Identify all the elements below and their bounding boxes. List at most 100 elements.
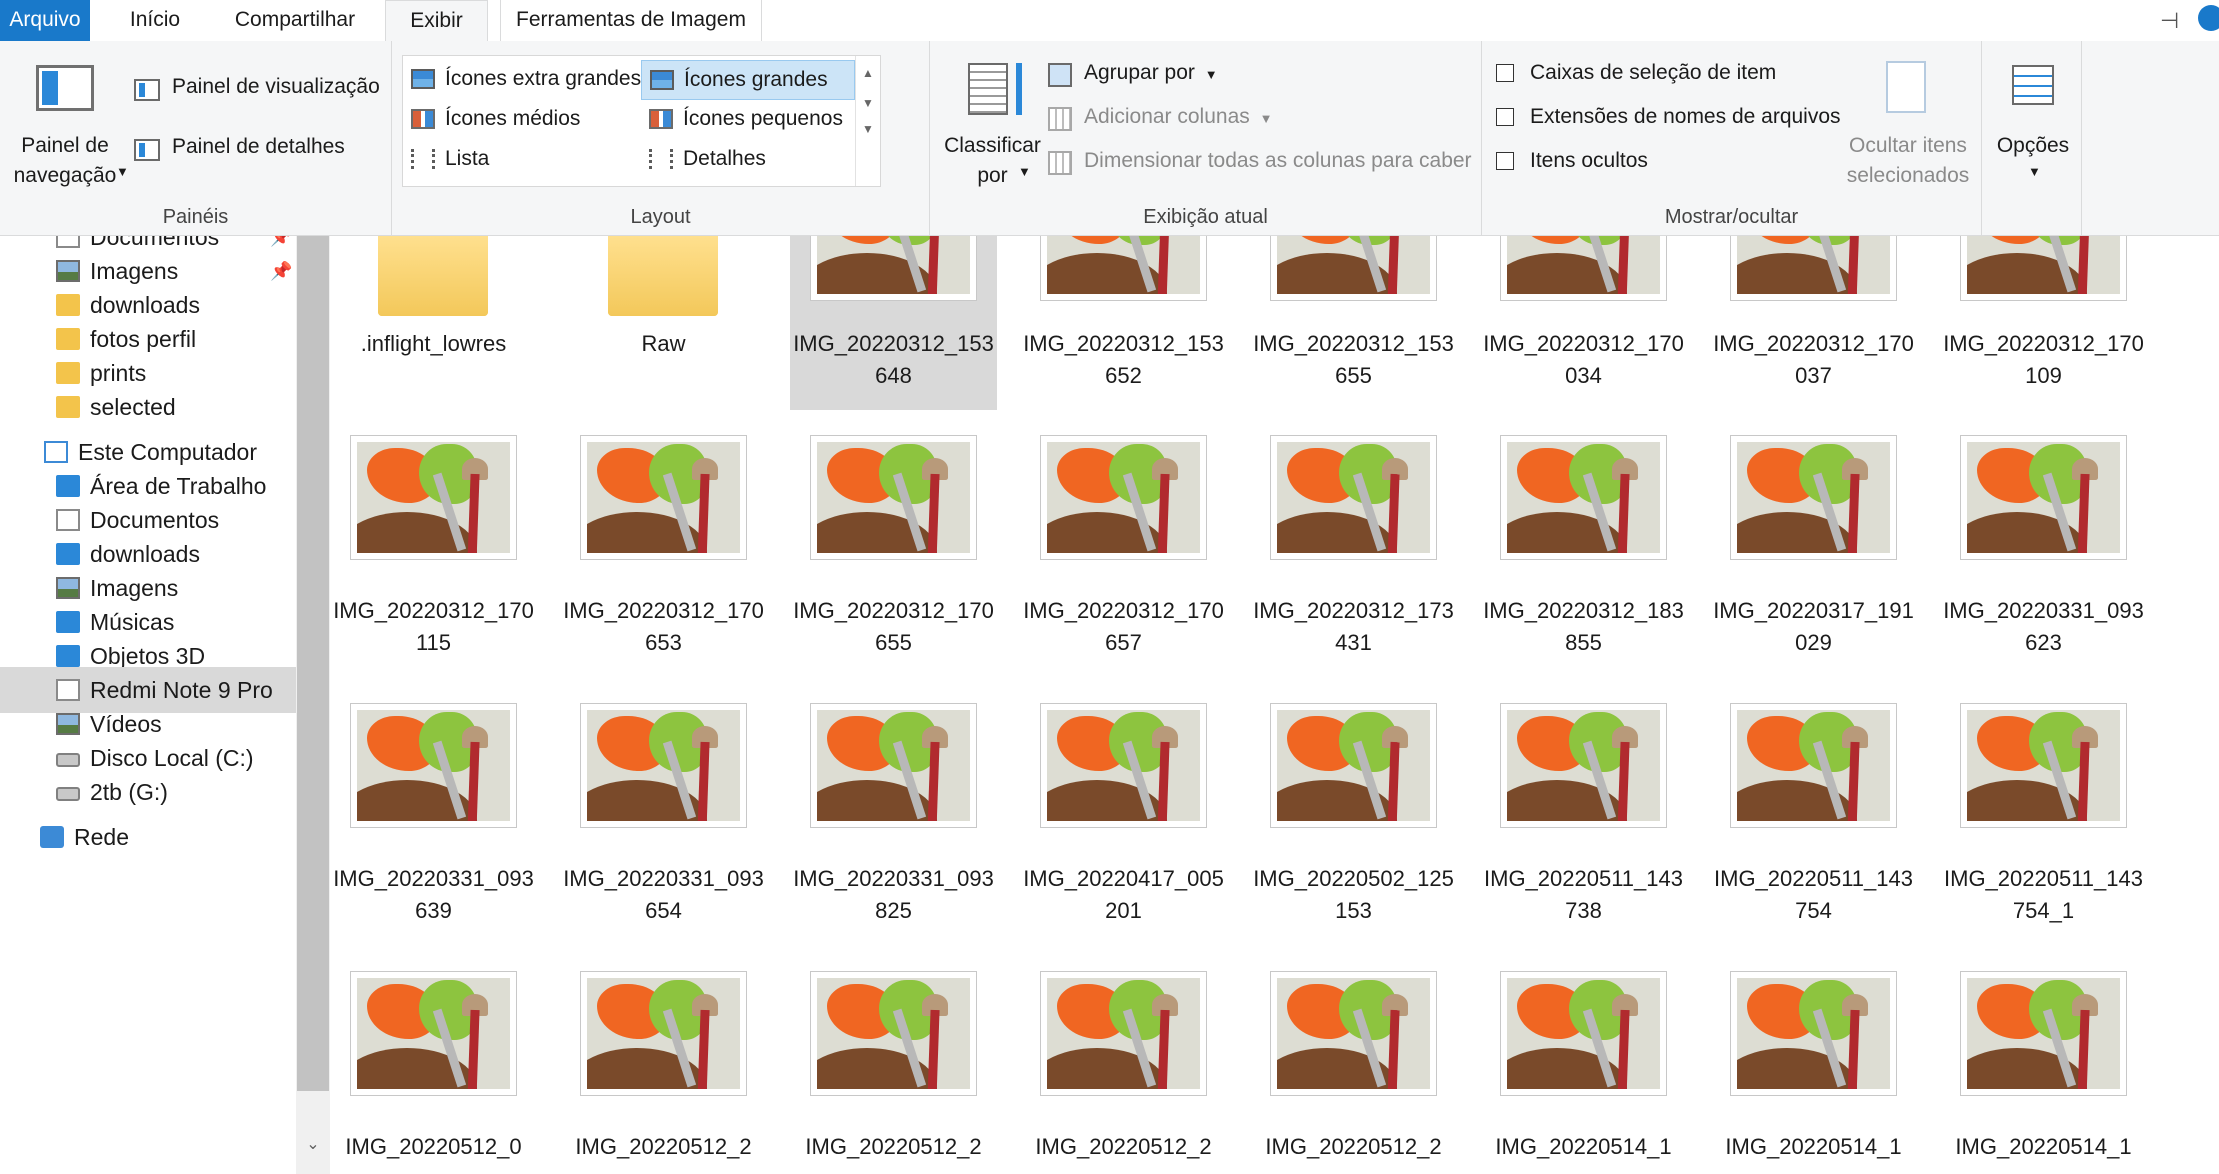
file-item[interactable]: IMG_20220312_183855: [1480, 425, 1687, 677]
preview-pane-button[interactable]: Painel de visualização: [134, 75, 380, 105]
layout-details[interactable]: Detalhes: [641, 140, 853, 178]
file-item[interactable]: IMG_20220511_143754: [1710, 693, 1917, 945]
image-thumbnail: [1500, 435, 1667, 560]
help-icon[interactable]: [2198, 5, 2219, 31]
tab-home[interactable]: Início: [102, 0, 208, 41]
file-item[interactable]: IMG_20220312_170655: [790, 425, 997, 677]
file-item[interactable]: IMG_20220312_153655: [1250, 236, 1457, 410]
image-thumbnail: [1270, 703, 1437, 828]
tab-share[interactable]: Compartilhar: [220, 0, 370, 41]
expand-gallery-icon[interactable]: ▼: [856, 122, 880, 136]
size-all-columns-button[interactable]: Dimensionar todas as colunas para caber: [1048, 149, 1472, 181]
sidebar-item[interactable]: selected: [0, 384, 296, 430]
file-item[interactable]: IMG_20220502_125153: [1250, 693, 1457, 945]
file-item[interactable]: IMG_20220312_173431: [1250, 425, 1457, 677]
chevron-down-icon: ▼: [1018, 164, 1031, 179]
image-thumbnail: [1730, 703, 1897, 828]
image-thumbnail-art: [1737, 978, 1890, 1089]
sort-by-button[interactable]: Classificar por ▼: [940, 61, 1045, 206]
tab-file[interactable]: Arquivo: [0, 0, 90, 41]
folder-icon: [56, 396, 80, 418]
file-name: .inflight_lowres: [360, 331, 507, 356]
file-item[interactable]: IMG_20220512_2: [790, 961, 997, 1174]
file-name: IMG_20220331_093825: [793, 866, 994, 923]
file-item[interactable]: IMG_20220312_170037: [1710, 236, 1917, 410]
file-item[interactable]: IMG_20220512_2: [1020, 961, 1227, 1174]
sort-by-label: Classificar por: [944, 134, 1041, 187]
file-name: IMG_20220312_183855: [1483, 598, 1684, 655]
image-thumbnail-art: [1047, 442, 1200, 553]
file-item[interactable]: IMG_20220312_170034: [1480, 236, 1687, 410]
item-checkboxes-checkbox[interactable]: [1496, 64, 1514, 83]
add-columns-label: Adicionar colunas: [1084, 105, 1250, 128]
options-button[interactable]: Opções ▼: [1990, 61, 2076, 206]
image-thumbnail: [1270, 971, 1437, 1096]
file-item[interactable]: IMG_20220511_143754_1: [1940, 693, 2147, 945]
hidden-items-toggle[interactable]: Itens ocultos: [1496, 149, 1648, 181]
folder-item[interactable]: Raw: [560, 236, 767, 410]
hide-selected-items-button[interactable]: Ocultar itens selecionados: [1842, 61, 1974, 206]
file-item[interactable]: IMG_20220417_005201: [1020, 693, 1227, 945]
file-item[interactable]: IMG_20220511_143738: [1480, 693, 1687, 945]
file-item[interactable]: IMG_20220512_2: [560, 961, 767, 1174]
file-item[interactable]: IMG_20220312_170657: [1020, 425, 1227, 677]
image-thumbnail: [350, 703, 517, 828]
file-item[interactable]: IMG_20220312_153652: [1020, 236, 1227, 410]
chevron-up-icon[interactable]: ▲: [856, 66, 880, 80]
file-name: IMG_20220514_1: [1725, 1134, 1902, 1159]
file-item[interactable]: IMG_20220317_191029: [1710, 425, 1917, 677]
image-thumbnail-art: [1967, 442, 2120, 553]
file-name: IMG_20220312_170115: [333, 598, 534, 655]
pictures-icon: [56, 577, 80, 599]
sidebar-item[interactable]: 2tb (G:): [0, 769, 296, 815]
layout-small-icons[interactable]: Ícones pequenos: [641, 100, 853, 138]
file-item[interactable]: IMG_20220512_0: [330, 961, 537, 1174]
chevron-down-icon: ▼: [2028, 164, 2041, 179]
image-thumbnail-art: [817, 978, 970, 1089]
layout-gallery-scroll[interactable]: ▲ ▼ ▼: [855, 56, 880, 186]
file-extensions-checkbox[interactable]: [1496, 108, 1514, 127]
image-thumbnail-art: [1507, 710, 1660, 821]
chevron-down-icon[interactable]: ▼: [856, 96, 880, 110]
image-thumbnail-art: [1277, 710, 1430, 821]
layout-extra-large-icons[interactable]: Ícones extra grandes: [403, 60, 641, 98]
details-pane-button[interactable]: Painel de detalhes: [134, 135, 345, 165]
image-thumbnail: [350, 971, 517, 1096]
file-name: Raw: [641, 331, 686, 356]
hidden-items-checkbox[interactable]: [1496, 152, 1514, 171]
image-thumbnail-art: [1277, 978, 1430, 1089]
item-checkboxes-toggle[interactable]: Caixas de seleção de item: [1496, 61, 1776, 93]
options-label: Opções: [1996, 134, 2070, 157]
file-item[interactable]: IMG_20220514_1: [1940, 961, 2147, 1174]
file-item[interactable]: IMG_20220514_1: [1480, 961, 1687, 1174]
layout-large-icons[interactable]: Ícones grandes: [641, 60, 855, 100]
add-columns-button[interactable]: Adicionar colunas ▼: [1048, 105, 1272, 137]
file-item[interactable]: IMG_20220512_2: [1250, 961, 1457, 1174]
group-by-button[interactable]: Agrupar por ▼: [1048, 61, 1218, 93]
file-item[interactable]: IMG_20220312_170109: [1940, 236, 2147, 410]
sidebar-item-label: Rede: [74, 824, 129, 850]
file-item[interactable]: IMG_20220331_093623: [1940, 425, 2147, 677]
scroll-down-arrow-icon[interactable]: ⌄: [296, 1128, 330, 1162]
file-item[interactable]: IMG_20220312_153648: [790, 236, 997, 410]
file-item[interactable]: IMG_20220312_170653: [560, 425, 767, 677]
phone-icon: [56, 679, 80, 701]
file-item[interactable]: IMG_20220331_093825: [790, 693, 997, 945]
sidebar-item[interactable]: Rede: [0, 814, 296, 860]
desktop-icon: [56, 475, 80, 497]
file-item[interactable]: IMG_20220331_093639: [330, 693, 537, 945]
tab-view[interactable]: Exibir: [385, 0, 488, 42]
layout-medium-icons[interactable]: Ícones médios: [403, 100, 639, 138]
navigation-pane-button[interactable]: Painel de navegação ▼: [6, 61, 129, 206]
file-item[interactable]: IMG_20220312_170115: [330, 425, 537, 677]
folder-item[interactable]: .inflight_lowres: [330, 236, 537, 410]
pin-ribbon-icon[interactable]: ⊣: [2160, 8, 2179, 34]
file-item[interactable]: IMG_20220331_093654: [560, 693, 767, 945]
file-name: IMG_20220331_093623: [1943, 598, 2144, 655]
file-name: IMG_20220312_153655: [1253, 331, 1454, 388]
file-extensions-toggle[interactable]: Extensões de nomes de arquivos: [1496, 105, 1841, 137]
layout-list[interactable]: Lista: [403, 140, 639, 178]
tab-image-tools[interactable]: Ferramentas de Imagem: [500, 0, 762, 41]
file-item[interactable]: IMG_20220514_1: [1710, 961, 1917, 1174]
navigation-scrollbar-thumb[interactable]: [297, 236, 329, 1091]
